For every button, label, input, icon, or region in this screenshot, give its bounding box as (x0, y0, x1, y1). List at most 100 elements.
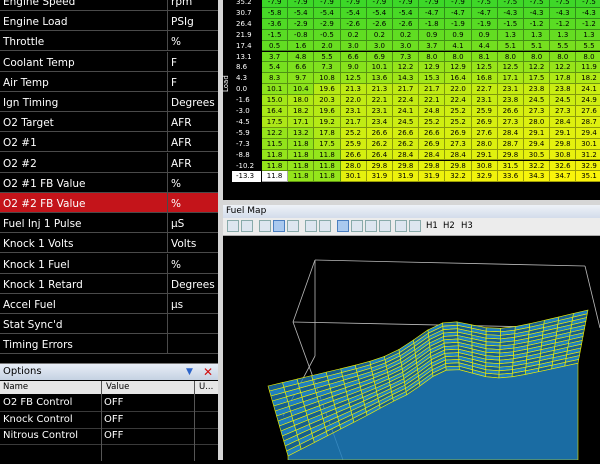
table-cell[interactable]: 29.1 (524, 127, 551, 139)
table-cell[interactable]: -7.9 (445, 0, 472, 8)
table-cell[interactable]: -7.9 (419, 0, 446, 8)
table-cell[interactable]: 12.2 (550, 62, 577, 74)
table-cell[interactable]: 8.0 (576, 51, 600, 63)
table-cell[interactable]: 12.5 (497, 62, 524, 74)
table-cell[interactable]: 0.9 (471, 29, 498, 41)
table-cell[interactable]: 30.1 (340, 171, 367, 183)
table-cell[interactable]: -1.9 (445, 18, 472, 30)
fuel-map-surface[interactable] (223, 236, 600, 461)
table-cell[interactable]: 27.6 (576, 106, 600, 117)
table-cell[interactable]: 30.5 (524, 149, 551, 161)
table-cell[interactable]: 5.5 (550, 40, 577, 52)
table-cell[interactable]: -3.6 (262, 18, 289, 30)
table-cell[interactable]: 24.1 (576, 84, 600, 96)
fit-icon[interactable] (351, 220, 363, 232)
table-cell[interactable]: 32.2 (524, 160, 551, 172)
table-cell[interactable]: -5.4 (366, 7, 393, 19)
table-cell[interactable]: 24.5 (550, 95, 577, 106)
table-cell[interactable]: 16.4 (262, 106, 289, 117)
table-cell[interactable]: 12.5 (340, 73, 367, 85)
table-cell[interactable]: 11.5 (262, 138, 289, 150)
channel-row[interactable]: Throttle% (0, 31, 218, 52)
table-cell[interactable]: 31.2 (576, 149, 600, 161)
table-cell[interactable]: 26.9 (445, 127, 472, 139)
table-cell[interactable]: 28.4 (419, 149, 446, 161)
table-cell[interactable]: 23.8 (524, 84, 551, 96)
channel-row[interactable]: Timing Errors (0, 334, 218, 355)
table-cell[interactable]: 4.8 (288, 51, 315, 63)
table-cell[interactable]: 21.7 (419, 84, 446, 96)
table-cell[interactable]: 25.2 (340, 127, 367, 139)
toolbar-h2[interactable]: H2 (443, 221, 455, 231)
rotate-icon[interactable] (337, 220, 349, 232)
table-cell[interactable]: 5.1 (524, 40, 551, 52)
table-cell[interactable]: -4.7 (445, 7, 472, 19)
table-cell[interactable]: 10.1 (262, 84, 289, 96)
table-cell[interactable]: 28.4 (497, 127, 524, 139)
table-cell[interactable]: -7.9 (340, 0, 367, 8)
table-cell[interactable]: 0.5 (262, 40, 289, 52)
option-value[interactable]: OFF (104, 414, 123, 425)
table-cell[interactable]: -0.5 (314, 29, 341, 41)
table-cell[interactable]: -2.6 (340, 18, 367, 30)
table-cell[interactable]: 26.2 (393, 138, 420, 150)
table-cell[interactable]: 17.8 (550, 73, 577, 85)
table-cell[interactable]: 28.7 (497, 138, 524, 150)
zoom-icon[interactable] (365, 220, 377, 232)
table-cell[interactable]: 3.0 (393, 40, 420, 52)
table-cell[interactable]: 11.8 (288, 149, 315, 161)
channel-row[interactable]: O2 #2 AFR (0, 152, 218, 173)
table-cell[interactable]: 29.1 (471, 149, 498, 161)
table-cell[interactable]: -5.4 (288, 7, 315, 19)
table-cell[interactable]: 21.7 (340, 116, 367, 128)
table-cell[interactable]: 12.9 (419, 62, 446, 74)
table-cell[interactable]: 27.3 (524, 106, 551, 117)
table-cell[interactable]: 6.6 (288, 62, 315, 74)
table-cell[interactable]: 6.6 (340, 51, 367, 63)
table-cell[interactable]: 22.0 (445, 84, 472, 96)
channel-row[interactable]: O2 #1 FB Value% (0, 172, 218, 193)
table-cell[interactable]: 28.4 (550, 116, 577, 128)
pencil-icon[interactable] (409, 220, 421, 232)
table-cell[interactable]: 16.4 (445, 73, 472, 85)
table-cell[interactable]: -4.3 (524, 7, 551, 19)
table-cell[interactable]: -4.3 (576, 7, 600, 19)
table-cell[interactable]: 10.4 (288, 84, 315, 96)
channel-row[interactable]: Knock 1 Retard Degrees (0, 273, 218, 294)
table-cell[interactable]: 9.7 (288, 73, 315, 85)
table-cell[interactable]: 35.1 (576, 171, 600, 183)
table-cell[interactable]: 29.4 (576, 127, 600, 139)
graph-view-icon[interactable] (273, 220, 285, 232)
table-cell[interactable]: 3.0 (366, 40, 393, 52)
table-cell[interactable]: 7.3 (393, 51, 420, 63)
table-cell[interactable]: 5.5 (576, 40, 600, 52)
table-cell[interactable]: 0.2 (340, 29, 367, 41)
table-cell[interactable]: 26.2 (366, 138, 393, 150)
table-cell[interactable]: 31.5 (497, 160, 524, 172)
table-cell[interactable]: -2.6 (366, 18, 393, 30)
table-cell[interactable]: 32.9 (471, 171, 498, 183)
table-cell[interactable]: 32.9 (576, 160, 600, 172)
table-cell[interactable]: -7.9 (393, 0, 420, 8)
table-cell[interactable]: -1.5 (497, 18, 524, 30)
table-cell[interactable]: 25.2 (445, 116, 472, 128)
table-cell[interactable]: 28.4 (393, 149, 420, 161)
table-cell[interactable]: 29.8 (497, 149, 524, 161)
table-cell[interactable]: 0.9 (419, 29, 446, 41)
channel-row[interactable]: Stat Sync'd (0, 314, 218, 335)
table-cell[interactable]: 8.3 (262, 73, 289, 85)
table-cell[interactable]: 4.4 (471, 40, 498, 52)
table-cell[interactable]: 24.5 (524, 95, 551, 106)
table-cell[interactable]: 23.1 (340, 106, 367, 117)
table-cell[interactable]: 10.8 (314, 73, 341, 85)
channel-row[interactable]: O2 Target AFR (0, 112, 218, 133)
channel-row[interactable]: Knock 1 Fuel% (0, 253, 218, 274)
table-cell[interactable]: 17.1 (497, 73, 524, 85)
table-cell[interactable]: 12.9 (445, 62, 472, 74)
table-cell[interactable]: 18.2 (576, 73, 600, 85)
table-cell[interactable]: 15.0 (262, 95, 289, 106)
table-cell[interactable]: 29.4 (524, 138, 551, 150)
table-cell[interactable]: 11.8 (314, 171, 341, 183)
table-cell[interactable]: 1.3 (497, 29, 524, 41)
table-cell[interactable]: 17.8 (314, 127, 341, 139)
